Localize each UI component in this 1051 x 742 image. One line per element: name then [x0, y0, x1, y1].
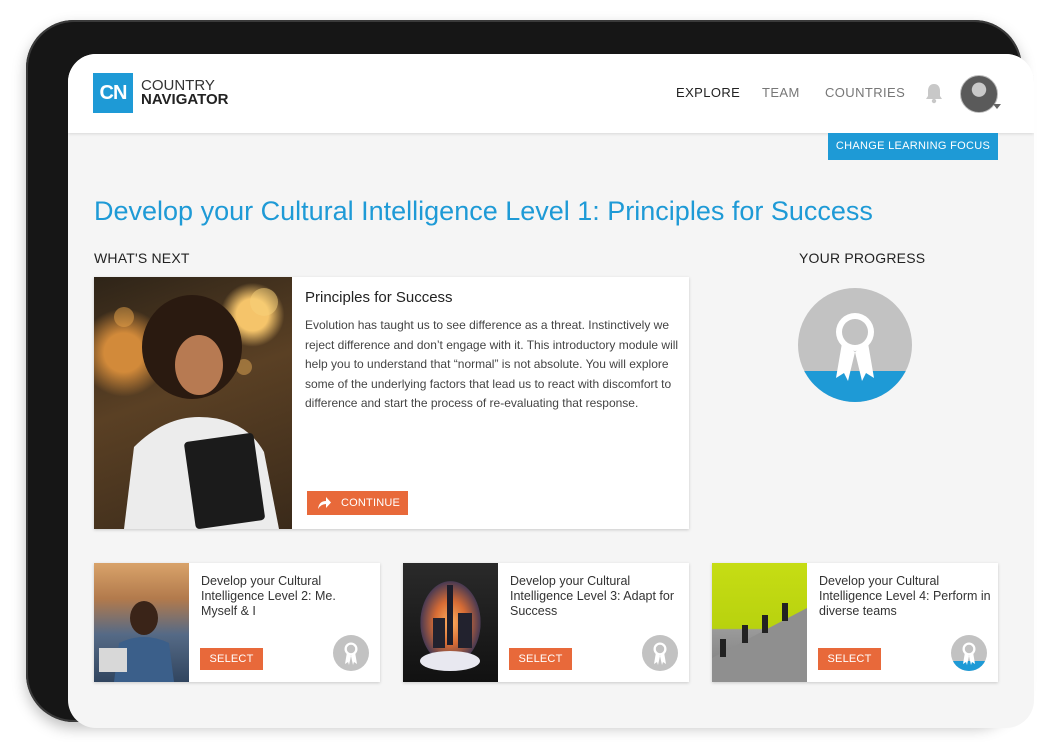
award-ribbon-icon [642, 635, 678, 671]
module-image [94, 277, 292, 529]
continue-button[interactable]: CONTINUE [307, 491, 408, 515]
nav-countries[interactable]: COUNTRIES [825, 85, 905, 100]
module-description: Evolution has taught us to see differenc… [305, 318, 679, 410]
module-title: Principles for Success [305, 289, 453, 306]
select-button[interactable]: SELECT [200, 648, 263, 670]
select-button[interactable]: SELECT [509, 648, 572, 670]
whats-next-heading: WHAT'S NEXT [94, 250, 190, 266]
chevron-down-icon[interactable] [993, 104, 1001, 109]
select-button[interactable]: SELECT [818, 648, 881, 670]
nav-team[interactable]: TEAM [762, 85, 800, 100]
bell-icon[interactable] [923, 82, 945, 104]
app-screen: CN COUNTRY NAVIGATOR EXPLORE TEAM COUNTR… [68, 54, 1034, 728]
whats-next-card: Principles for Success Evolution has tau… [94, 277, 689, 529]
course-title: Develop your Cultural Intelligence Level… [201, 574, 336, 618]
course-card-level-4[interactable]: Develop your Cultural Intelligence Level… [712, 563, 998, 682]
tablet-frame: CN COUNTRY NAVIGATOR EXPLORE TEAM COUNTR… [26, 20, 1034, 728]
page-title: Develop your Cultural Intelligence Level… [94, 196, 873, 226]
course-title: Develop your Cultural Intelligence Level… [510, 574, 675, 618]
top-header: CN COUNTRY NAVIGATOR EXPLORE TEAM COUNTR… [68, 54, 1034, 133]
course-card-level-3[interactable]: Develop your Cultural Intelligence Level… [403, 563, 689, 682]
course-title: Develop your Cultural Intelligence Level… [819, 574, 991, 618]
course-image [94, 563, 189, 682]
progress-badge-icon [798, 288, 912, 402]
logo-mark[interactable]: CN [93, 73, 133, 113]
award-ribbon-icon [951, 635, 987, 671]
your-progress-heading: YOUR PROGRESS [799, 250, 926, 266]
course-image [712, 563, 807, 682]
course-card-level-2[interactable]: Develop your Cultural Intelligence Level… [94, 563, 380, 682]
share-arrow-icon [318, 497, 331, 509]
logo-text-navigator: NAVIGATOR [141, 91, 229, 108]
award-ribbon-icon [333, 635, 369, 671]
nav-explore[interactable]: EXPLORE [676, 85, 740, 100]
change-learning-focus-button[interactable]: CHANGE LEARNING FOCUS [828, 133, 998, 160]
continue-label: CONTINUE [341, 497, 401, 509]
main-card-body: Principles for Success Evolution has tau… [305, 289, 680, 414]
course-image [403, 563, 498, 682]
